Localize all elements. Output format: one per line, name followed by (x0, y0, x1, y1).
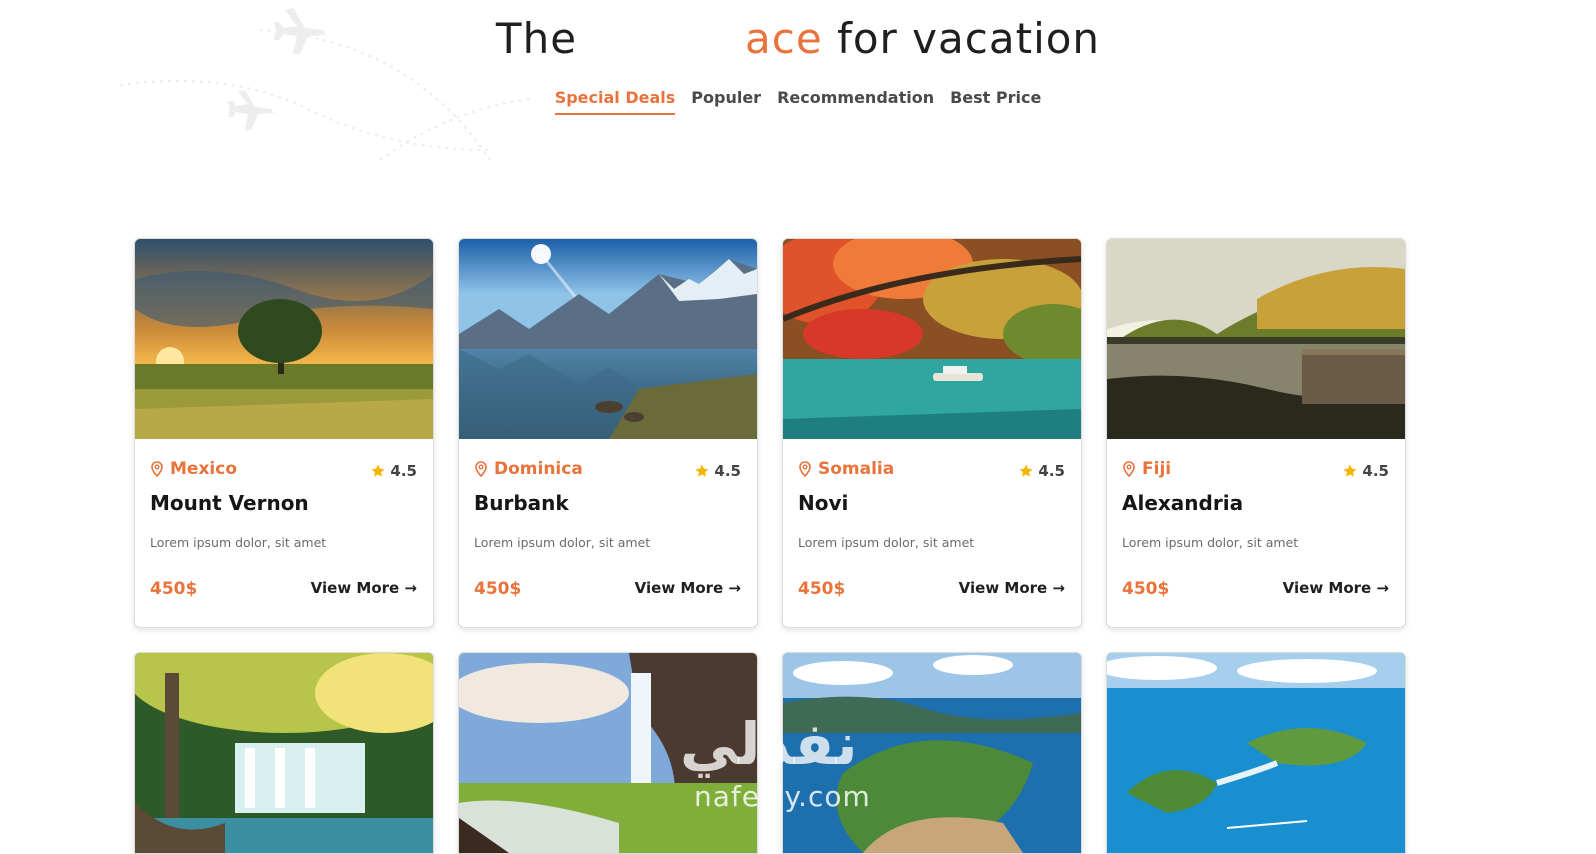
view-more-link[interactable]: View More → (635, 579, 741, 597)
destination-card[interactable]: Somalia 4.5 Novi Lorem ipsum dolor, sit … (782, 238, 1082, 628)
headline-part-2: for vacation (837, 14, 1101, 63)
card-description: Lorem ipsum dolor, sit amet (798, 535, 975, 550)
location-pin-icon (799, 461, 811, 477)
card-rating-value: 4.5 (1038, 462, 1065, 480)
location-pin-icon (475, 461, 487, 477)
card-title: Alexandria (1122, 491, 1244, 515)
location-pin-icon (1123, 461, 1135, 477)
destination-card[interactable]: Dominica 4.5 Burbank Lorem ipsum dolor, … (458, 238, 758, 628)
card-country: Mexico (170, 459, 237, 479)
card-country: Dominica (494, 459, 583, 479)
view-more-link[interactable]: View More → (959, 579, 1065, 597)
card-image-forest-lake (1107, 239, 1405, 439)
card-image-sunset-tree (135, 239, 433, 439)
card-title: Novi (798, 491, 849, 515)
card-rating: 4.5 (695, 462, 741, 480)
headline-part-1: The (495, 14, 578, 63)
card-image-mountain-lake (459, 239, 757, 439)
card-rating: 4.5 (1019, 462, 1065, 480)
location-pin-icon (151, 461, 163, 477)
tab-best-price[interactable]: Best Price (950, 88, 1041, 115)
card-rating: 4.5 (1343, 462, 1389, 480)
destination-card-image-cave-waterfall[interactable] (458, 652, 758, 854)
card-price: 450$ (474, 579, 522, 599)
tab-special-deals[interactable]: Special Deals (554, 88, 676, 115)
destination-card-image-jungle-waterfall[interactable] (134, 652, 434, 854)
card-description: Lorem ipsum dolor, sit amet (474, 535, 651, 550)
page-headline: The ace for vacation (0, 14, 1596, 63)
card-price: 450$ (150, 579, 198, 599)
card-title: Burbank (474, 491, 569, 515)
destination-card[interactable]: Mexico 4.5 Mount Vernon Lorem ipsum dolo… (134, 238, 434, 628)
destination-card-image-tropical-island[interactable] (782, 652, 1082, 854)
destination-card[interactable]: Fiji 4.5 Alexandria Lorem ipsum dolor, s… (1106, 238, 1406, 628)
deal-tabs: Special Deals Populer Recommendation Bes… (0, 88, 1596, 115)
star-icon (372, 464, 385, 477)
card-title: Mount Vernon (150, 491, 309, 515)
card-country: Fiji (1142, 459, 1172, 479)
card-description: Lorem ipsum dolor, sit amet (1122, 535, 1299, 550)
card-rating-value: 4.5 (390, 462, 417, 480)
headline-accent: ace (745, 14, 823, 63)
card-price: 450$ (798, 579, 846, 599)
card-country: Somalia (818, 459, 895, 479)
card-location: Fiji (1122, 459, 1171, 479)
tab-populer[interactable]: Populer (691, 88, 761, 115)
card-description: Lorem ipsum dolor, sit amet (150, 535, 327, 550)
view-more-link[interactable]: View More → (1283, 579, 1389, 597)
card-location: Dominica (474, 459, 583, 479)
card-image-autumn-river (783, 239, 1081, 439)
card-location: Somalia (798, 459, 894, 479)
destination-card-image-island-sea[interactable] (1106, 652, 1406, 854)
card-rating-value: 4.5 (1362, 462, 1389, 480)
card-rating: 4.5 (371, 462, 417, 480)
tab-recommendation[interactable]: Recommendation (777, 88, 934, 115)
view-more-link[interactable]: View More → (311, 579, 417, 597)
star-icon (1344, 464, 1357, 477)
card-location: Mexico (150, 459, 237, 479)
card-price: 450$ (1122, 579, 1170, 599)
star-icon (1020, 464, 1033, 477)
card-rating-value: 4.5 (714, 462, 741, 480)
star-icon (696, 464, 709, 477)
